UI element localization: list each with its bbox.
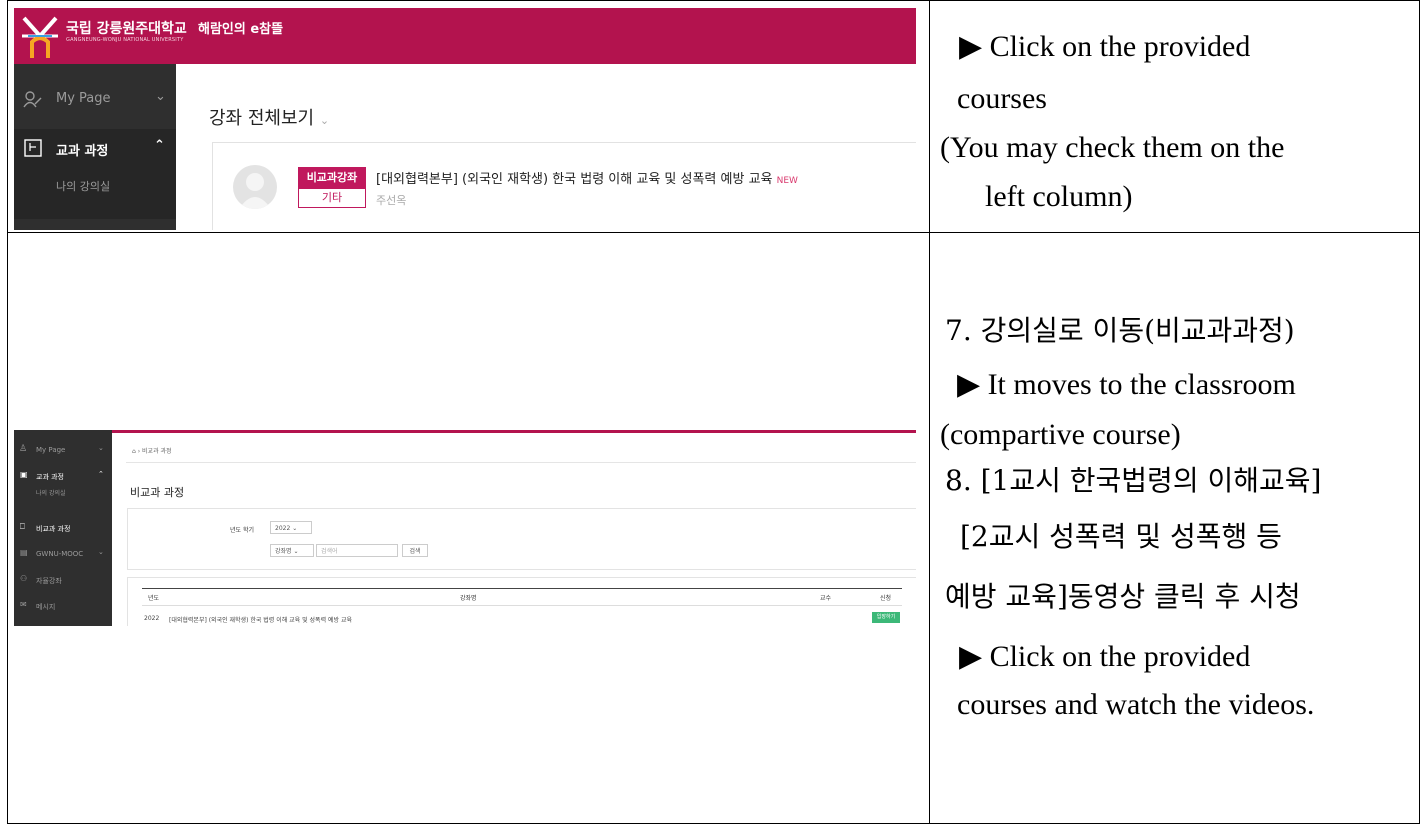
page-title: 비교과 과정 — [130, 486, 185, 499]
course-title-link[interactable]: [대외협력본부] (외국인 재학생) 한국 법령 이해 교육 및 성폭력 예방 … — [376, 168, 798, 187]
sidebar-item-my-classroom[interactable]: 나의 강의실 — [56, 178, 110, 194]
instruction-line: ▶ It moves to the classroom — [957, 368, 1296, 401]
enter-button[interactable]: 입장하기 — [872, 612, 900, 623]
row-course-title[interactable]: [대외협력본부] (외국인 재학생) 한국 법령 이해 교육 및 성폭력 예방 … — [169, 615, 352, 624]
professor-name: 주선옥 — [376, 194, 407, 207]
comparative-course-screenshot: ♙ My Page ⌄ ▣ 교과 과정 ⌃ 나의 강의실 ⎕ 비교과 과정 ▤ … — [14, 430, 916, 626]
chevron-down-icon[interactable]: ⌄ — [98, 548, 104, 556]
filter-panel — [127, 508, 916, 570]
step-8-heading: 8. [1교시 한국법령의 이해교육] — [945, 464, 1322, 497]
university-name-en: GANGNEUNG-WONJU NATIONAL UNIVERSITY — [66, 37, 184, 43]
table-row-rule — [142, 605, 902, 606]
sidebar-item-mooc[interactable]: GWNU-MOOC — [36, 550, 83, 558]
sidebar-item-my-classroom[interactable]: 나의 강의실 — [36, 488, 66, 497]
avatar — [233, 165, 277, 209]
course-list-screenshot: 국립 강릉원주대학교 GANGNEUNG-WONJU NATIONAL UNIV… — [14, 8, 916, 230]
step-8-heading-cont: 예방 교육]동영상 클릭 후 시청 — [945, 580, 1301, 613]
sidebar-item-comparative[interactable]: 비교과 과정 — [36, 524, 70, 534]
instruction-line: (You may check them on the — [940, 131, 1285, 164]
column-divider — [929, 0, 930, 824]
new-badge: NEW — [776, 176, 798, 186]
university-name[interactable]: 국립 강릉원주대학교 — [66, 18, 187, 38]
home-icon[interactable]: ⌂ — [132, 448, 136, 455]
people-icon: ⚇ — [20, 574, 28, 583]
page-title: 강좌 전체보기 ⌄ — [209, 108, 330, 129]
step-7-heading: 7. 강의실로 이동(비교과과정) — [945, 314, 1295, 347]
year-select[interactable]: 2022 ⌄ — [270, 521, 312, 534]
mail-icon: ✉ — [20, 600, 27, 609]
instruction-line: (compartive course) — [940, 418, 1181, 451]
university-logo-icon — [22, 16, 58, 58]
column-header-year: 년도 — [148, 595, 160, 602]
sidebar-item-message[interactable]: 메시지 — [36, 602, 55, 612]
chevron-down-icon[interactable]: ⌄ — [98, 444, 104, 452]
chevron-up-icon[interactable]: ⌃ — [98, 470, 104, 478]
breadcrumb: ⌂ › 비교과 과정 — [132, 448, 172, 455]
course-card[interactable]: 비교과강좌 기타 [대외협력본부] (외국인 재학생) 한국 법령 이해 교육 … — [212, 142, 916, 230]
sidebar-item-self-study[interactable]: 자율강좌 — [36, 576, 62, 586]
sidebar-item-my-page[interactable]: My Page — [36, 446, 65, 454]
book-icon: ▣ — [20, 470, 28, 479]
instruction-line: courses and watch the videos. — [957, 688, 1315, 721]
category-badge: 비교과강좌 — [298, 167, 366, 188]
header-accent-bar — [112, 430, 916, 433]
breadcrumb-divider — [126, 462, 916, 463]
book-icon — [24, 139, 42, 157]
table-header-rule — [142, 588, 902, 589]
instruction-line: ▶ Click on the provided — [959, 640, 1251, 673]
chevron-up-icon[interactable]: ⌃ — [154, 138, 165, 153]
row-year: 2022 — [144, 615, 160, 622]
sidebar-item-curriculum[interactable]: 교과 과정 — [36, 472, 64, 482]
column-header-title: 강좌명 — [460, 595, 477, 602]
sidebar-item-curriculum[interactable]: 교과 과정 — [56, 140, 108, 159]
search-input[interactable]: 검색어 — [316, 544, 398, 557]
service-name[interactable]: 해람인의 e참뜰 — [198, 18, 283, 37]
step-8-heading-cont: [2교시 성폭력 및 성폭행 등 — [960, 520, 1282, 553]
instruction-line: ▶ Click on the provided — [959, 30, 1251, 63]
monitor-icon: ▤ — [20, 548, 28, 557]
row-divider — [7, 232, 1420, 233]
column-header-professor: 교수 — [820, 595, 832, 602]
sidebar-item-my-page[interactable]: My Page — [56, 91, 111, 106]
search-type-select[interactable]: 강좌명 ⌄ — [270, 544, 314, 557]
type-badge: 기타 — [298, 188, 366, 208]
search-button[interactable]: 검색 — [402, 544, 428, 557]
column-header-apply: 신청 — [880, 595, 892, 602]
filter-label: 년도 학기 — [230, 527, 254, 534]
user-icon — [23, 91, 42, 108]
instruction-line: courses — [957, 82, 1047, 115]
chevron-down-icon[interactable]: ⌄ — [155, 89, 166, 104]
open-book-icon: ⎕ — [20, 522, 25, 531]
instruction-line: left column) — [985, 180, 1133, 213]
user-icon: ♙ — [19, 444, 28, 454]
